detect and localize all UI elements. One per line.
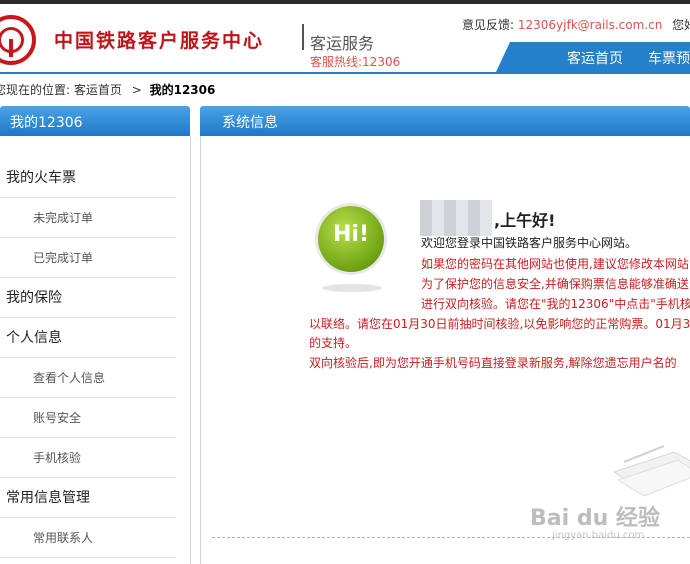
content-divider	[212, 537, 690, 538]
nav-item-home[interactable]: 客运首页	[567, 48, 623, 68]
railway-logo-icon[interactable]	[0, 15, 36, 65]
sidebar-item-phone-verify[interactable]: 手机核验	[0, 438, 176, 478]
sidebar-header: 我的12306	[0, 106, 190, 136]
user-greeting: 您好,	[672, 18, 690, 32]
sidebar-item-unfinished-orders[interactable]: 未完成订单	[0, 198, 176, 238]
sidebar-item-completed-orders[interactable]: 已完成订单	[0, 238, 176, 278]
sidebar-item-personal-info[interactable]: 个人信息	[0, 318, 176, 358]
sidebar-item-common-info[interactable]: 常用信息管理	[0, 478, 176, 518]
notice-line-1: 如果您的密码在其他网站也使用,建议您修改本网站	[421, 257, 689, 271]
brand-separator	[302, 24, 304, 50]
nav-bar-slant	[496, 42, 510, 72]
notice-line-4: 以联络。请您在01月30日前抽时间核验,以免影响您的正常购票。01月3	[309, 317, 690, 331]
breadcrumb-home-link[interactable]: 客运首页	[74, 83, 122, 97]
hi-icon-shadow	[322, 284, 382, 292]
hi-text: Hi!	[333, 222, 369, 247]
main-header: 系统信息	[200, 106, 690, 136]
breadcrumb-current: 我的12306	[149, 83, 216, 97]
sidebar-item-view-personal-info[interactable]: 查看个人信息	[0, 358, 176, 398]
baidu-watermark: Bai du 经验	[530, 506, 660, 531]
service-label: 客运服务	[310, 34, 375, 53]
breadcrumb-prefix: 您现在的位置:	[0, 83, 71, 97]
feedback-label: 意见反馈:	[462, 18, 515, 32]
breadcrumb-separator: >	[131, 83, 142, 97]
baidu-watermark-url: jingyan.baidu.com	[552, 530, 645, 541]
greeting-text: ,上午好!	[494, 211, 556, 230]
sidebar-item-account-security[interactable]: 账号安全	[0, 398, 176, 438]
brand-title: 中国铁路客户服务中心	[54, 30, 265, 52]
sidebar-item-common-contacts[interactable]: 常用联系人	[0, 518, 176, 558]
main-title: 系统信息	[222, 115, 278, 131]
sidebar-item-my-insurance[interactable]: 我的保险	[0, 278, 176, 318]
sidebar-item-my-tickets[interactable]: 我的火车票	[0, 158, 176, 198]
breadcrumb: 您现在的位置: 客运首页 > 我的12306	[0, 81, 215, 98]
header-divider	[0, 72, 690, 74]
notice-line-6: 双向核验后,即为您开通手机号码直接登录新服务,解除您遗忘用户名的	[309, 356, 677, 370]
nav-item-tickets[interactable]: 车票预	[648, 48, 690, 68]
sidebar-title: 我的12306	[10, 115, 83, 131]
redacted-username	[420, 200, 492, 236]
welcome-line: 欢迎您登录中国铁路客户服务中心网站。	[421, 236, 638, 250]
feedback-email-link[interactable]: 12306yjfk@rails.com.cn	[518, 18, 662, 32]
hotline-text: 客服热线:12306	[310, 55, 401, 69]
hi-greeting-icon: Hi!	[318, 206, 384, 272]
notice-line-5: 的支持。	[309, 336, 358, 350]
notice-line-2: 为了保护您的信息安全,并确保购票信息能够准确送	[421, 277, 689, 291]
feedback-area: 意见反馈: 12306yjfk@rails.com.cn 您好,	[462, 16, 690, 33]
notice-line-3: 进行双向核验。请您在"我的12306"中点击"手机核验	[421, 297, 690, 311]
